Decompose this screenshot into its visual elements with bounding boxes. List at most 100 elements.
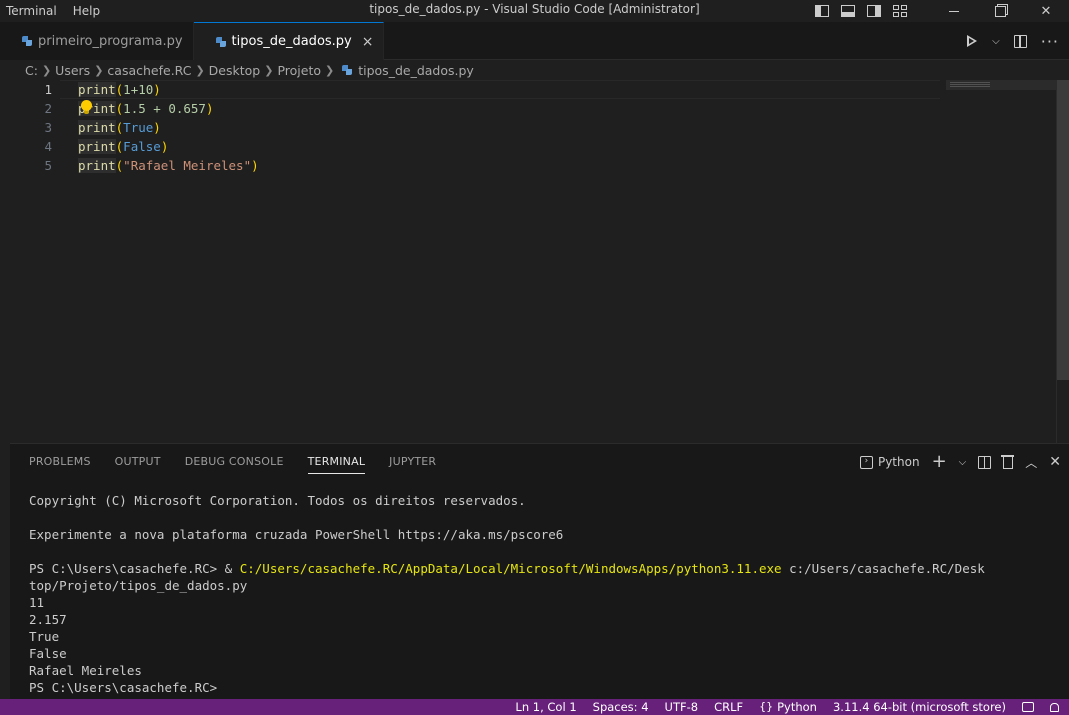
minimap-preview	[950, 82, 990, 88]
breadcrumb-item[interactable]: Users	[55, 63, 90, 78]
code-argument-token: "Rafael Meireles"	[123, 158, 252, 173]
tab-terminal[interactable]: TERMINAL	[307, 444, 366, 480]
lightbulb-icon[interactable]	[81, 100, 92, 114]
tab-primeiro-programa[interactable]: primeiro_programa.py	[0, 22, 194, 60]
chevron-right-icon: ❯	[195, 63, 205, 77]
terminal-line: 2.157	[29, 612, 67, 627]
encoding[interactable]: UTF-8	[665, 699, 699, 715]
panel-tabs: PROBLEMS OUTPUT DEBUG CONSOLE TERMINAL J…	[10, 444, 436, 480]
toggle-secondary-sidebar-icon[interactable]	[867, 5, 881, 17]
breadcrumb-item[interactable]: casachefe.RC	[107, 63, 191, 78]
code-editor[interactable]: 1 2 3 4 5 print(1+10) print(1.5 + 0.657) p…	[0, 80, 1069, 443]
terminal-command-path: C:/Users/casachefe.RC/AppData/Local/Micr…	[239, 561, 782, 576]
chevron-right-icon: ❯	[325, 63, 335, 77]
more-actions-icon[interactable]: ···	[1041, 32, 1059, 51]
code-argument-token: False	[123, 139, 161, 154]
breadcrumb-item[interactable]: Desktop	[209, 63, 261, 78]
line-number-gutter: 1 2 3 4 5	[0, 80, 60, 175]
split-terminal-icon[interactable]	[978, 455, 992, 469]
code-lines[interactable]: print(1+10) print(1.5 + 0.657) print(True)…	[78, 80, 259, 175]
close-tab-icon[interactable]: ×	[362, 34, 374, 50]
code-line[interactable]: print("Rafael Meireles")	[78, 156, 259, 175]
tab-label: primeiro_programa.py	[38, 33, 183, 49]
code-line[interactable]: print(True)	[78, 118, 259, 137]
editor-scrollbar-thumb[interactable]	[1057, 80, 1069, 380]
toggle-primary-sidebar-icon[interactable]	[815, 5, 829, 17]
cursor-position[interactable]: Ln 1, Col 1	[515, 699, 576, 715]
terminal-line: Experimente a nova plataforma cruzada Po…	[29, 527, 564, 542]
chevron-right-icon: ❯	[41, 63, 52, 77]
tab-jupyter[interactable]: JUPYTER	[389, 444, 436, 480]
tab-problems[interactable]: PROBLEMS	[29, 444, 91, 480]
terminal-profile-selector[interactable]: › Python	[859, 455, 920, 469]
close-panel-icon[interactable]: ✕	[1049, 454, 1061, 470]
python-icon	[22, 36, 32, 46]
code-paren-token: )	[251, 158, 259, 173]
code-function-token: print	[78, 120, 116, 135]
breadcrumb-item[interactable]: Projeto	[277, 63, 321, 78]
python-icon	[342, 65, 353, 75]
title-controls: ✕	[815, 0, 1069, 22]
code-line[interactable]: print(1.5 + 0.657)	[78, 99, 259, 118]
tab-output[interactable]: OUTPUT	[115, 444, 161, 480]
terminal-line: top/Projeto/tipos_de_dados.py	[29, 578, 248, 593]
language-mode[interactable]: {} Python	[759, 699, 817, 715]
code-line[interactable]: print(1+10)	[78, 80, 259, 99]
terminal-line: Copyright (C) Microsoft Corporation. Tod…	[29, 493, 526, 508]
terminal-icon: ›	[859, 455, 873, 469]
terminal-line: 11	[29, 595, 45, 610]
line-number: 2	[44, 101, 52, 116]
braces-icon: {}	[759, 700, 774, 713]
run-dropdown-chevron-icon[interactable]: ⌵	[992, 36, 1000, 47]
terminal-line: Rafael Meireles	[29, 663, 142, 678]
maximize-button[interactable]	[977, 0, 1023, 22]
language-label: Python	[777, 700, 817, 714]
code-paren-token: )	[153, 120, 161, 135]
terminal-prompt: PS C:\Users\casachefe.RC> &	[29, 561, 240, 576]
maximize-panel-icon[interactable]: ︿	[1025, 454, 1037, 471]
editor-tab-bar: primeiro_programa.py tipos_de_dados.py ×…	[0, 22, 1069, 60]
chevron-right-icon: ❯	[94, 63, 104, 77]
status-bar: Ln 1, Col 1 Spaces: 4 UTF-8 CRLF {} Pyth…	[0, 699, 1069, 715]
python-interpreter[interactable]: 3.11.4 64-bit (microsoft store)	[833, 699, 1006, 715]
layout-controls	[815, 5, 907, 17]
terminal-output[interactable]: Copyright (C) Microsoft Corporation. Tod…	[29, 492, 1059, 696]
notifications-bell-icon[interactable]	[1050, 702, 1059, 712]
terminal-dropdown-chevron-icon[interactable]: ⌵	[959, 457, 967, 468]
code-paren-token: )	[160, 139, 169, 154]
menu-terminal[interactable]: Terminal	[0, 0, 67, 22]
run-python-file-icon[interactable]	[966, 34, 978, 48]
terminal-line: PS C:\Users\casachefe.RC>	[29, 680, 218, 695]
minimize-button[interactable]	[931, 0, 977, 22]
terminal-line: PS C:\Users\casachefe.RC> & C:/Users/cas…	[29, 560, 1059, 577]
code-argument-token: True	[123, 120, 154, 135]
feedback-icon[interactable]	[1022, 702, 1034, 712]
editor-actions: ⌵ ···	[966, 22, 1059, 60]
kill-terminal-icon[interactable]	[1001, 455, 1015, 469]
new-terminal-icon[interactable]: +	[932, 453, 947, 471]
bottom-panel: PROBLEMS OUTPUT DEBUG CONSOLE TERMINAL J…	[10, 443, 1069, 699]
breadcrumb-item[interactable]: C:	[25, 63, 38, 78]
tab-label: tipos_de_dados.py	[231, 34, 352, 49]
menu-help[interactable]: Help	[67, 0, 110, 22]
python-icon	[215, 36, 226, 47]
panel-actions: › Python + ⌵ ︿ ✕	[859, 444, 1061, 480]
customize-layout-icon[interactable]	[893, 5, 907, 17]
end-of-line[interactable]: CRLF	[714, 699, 743, 715]
toggle-panel-icon[interactable]	[841, 5, 855, 17]
code-argument-token: 1+10	[123, 82, 154, 97]
close-window-button[interactable]: ✕	[1023, 0, 1069, 22]
breadcrumb-item[interactable]: tipos_de_dados.py	[358, 63, 474, 78]
code-paren-token: )	[153, 82, 161, 97]
code-argument-token: 1.5 + 0.657	[123, 101, 206, 116]
tab-debug-console[interactable]: DEBUG CONSOLE	[185, 444, 284, 480]
terminal-line: False	[29, 646, 67, 661]
line-number: 4	[44, 139, 52, 154]
tab-tipos-de-dados[interactable]: tipos_de_dados.py ×	[193, 22, 385, 60]
code-line[interactable]: print(False)	[78, 137, 259, 156]
line-number: 1	[44, 82, 52, 97]
split-editor-icon[interactable]	[1013, 34, 1027, 48]
indentation[interactable]: Spaces: 4	[593, 699, 649, 715]
